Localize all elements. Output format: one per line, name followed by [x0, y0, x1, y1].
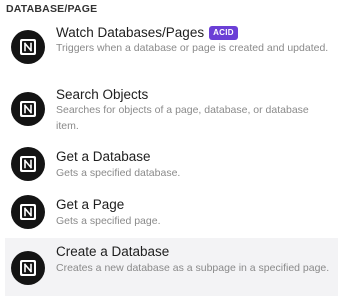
- module-item-watch-databases-pages[interactable]: Watch Databases/Pages ACID Triggers when…: [5, 19, 338, 77]
- module-title: Search Objects: [56, 87, 149, 102]
- module-item-search-objects[interactable]: Search Objects Searches for objects of a…: [5, 81, 338, 139]
- acid-badge: ACID: [209, 25, 238, 40]
- module-description: Creates a new database as a subpage in a…: [56, 262, 330, 274]
- notion-icon: [11, 251, 45, 285]
- module-description: Gets a specified database.: [56, 167, 181, 179]
- module-title: Watch Databases/Pages: [56, 25, 205, 40]
- module-title: Get a Database: [56, 149, 151, 164]
- notion-icon: [11, 147, 45, 181]
- module-description: Searches for objects of a page, database…: [56, 104, 309, 132]
- module-description: Gets a specified page.: [56, 215, 161, 227]
- notion-icon: [11, 30, 45, 64]
- module-item-create-a-database[interactable]: Create a Database Creates a new database…: [5, 238, 338, 296]
- module-item-get-a-page[interactable]: Get a Page Gets a specified page.: [5, 191, 338, 235]
- module-item-get-a-database[interactable]: Get a Database Gets a specified database…: [5, 143, 338, 187]
- module-title: Create a Database: [56, 244, 170, 259]
- module-title: Get a Page: [56, 197, 125, 212]
- section-header: DATABASE/PAGE: [6, 3, 98, 15]
- module-description: Triggers when a database or page is crea…: [56, 42, 329, 54]
- notion-icon: [11, 195, 45, 229]
- notion-icon: [11, 92, 45, 126]
